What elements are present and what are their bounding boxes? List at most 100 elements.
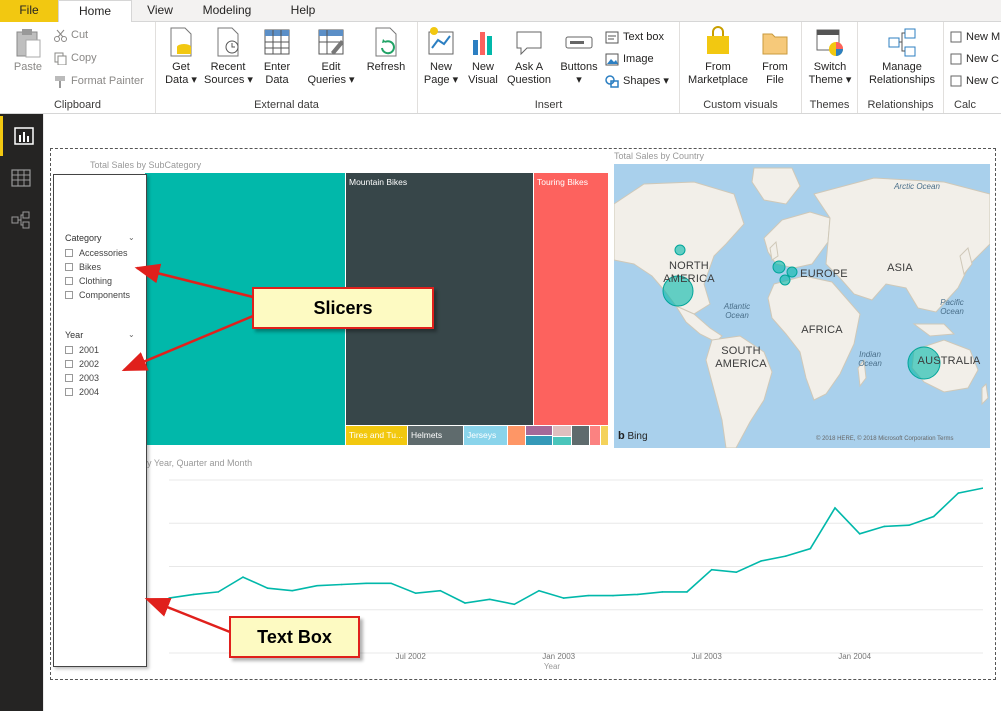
treemap-tile-small[interactable] <box>601 426 608 445</box>
image-button[interactable]: Image <box>605 50 654 68</box>
report-canvas: Total Sales by SubCategory Mountain Bike… <box>43 114 1001 711</box>
slicer-item-2003[interactable]: 2003 <box>65 372 99 384</box>
from-file-button[interactable]: From File <box>754 26 796 87</box>
recent-sources-button[interactable]: Recent Sources ▾ <box>204 26 253 87</box>
checkbox[interactable] <box>65 345 73 354</box>
tab-view[interactable]: View <box>140 0 180 22</box>
cut-button[interactable]: Cut <box>54 26 88 44</box>
data-point[interactable] <box>735 571 738 573</box>
data-point[interactable] <box>883 525 886 528</box>
tab-help[interactable]: Help <box>283 0 323 22</box>
data-point[interactable] <box>291 589 294 592</box>
new-calculated-table-button[interactable]: New C <box>950 72 999 90</box>
data-point[interactable] <box>414 592 417 594</box>
treemap-tile-small[interactable] <box>553 426 571 436</box>
data-point[interactable] <box>242 576 244 578</box>
tab-file[interactable]: File <box>0 0 58 22</box>
treemap-tile-jerseys[interactable]: Jerseys <box>464 426 507 445</box>
checkbox[interactable] <box>65 359 73 368</box>
slicer-item-2002[interactable]: 2002 <box>65 358 99 370</box>
switch-theme-button[interactable]: Switch Theme ▾ <box>806 26 854 87</box>
data-point[interactable] <box>316 584 318 587</box>
get-data-button[interactable]: Get Data ▾ <box>160 26 202 87</box>
new-column-button[interactable]: New C <box>950 50 999 68</box>
checkbox[interactable] <box>65 373 73 382</box>
data-point[interactable] <box>168 597 170 599</box>
data-point[interactable] <box>710 568 713 571</box>
manage-relationships-button[interactable]: Manage Relationships <box>862 26 942 87</box>
data-point[interactable] <box>464 602 466 604</box>
treemap-tile-small[interactable] <box>553 437 571 445</box>
treemap-tile-small[interactable] <box>526 426 552 435</box>
data-point[interactable] <box>513 603 516 606</box>
checkbox[interactable] <box>65 262 73 271</box>
data-point[interactable] <box>390 582 392 585</box>
data-view-button[interactable] <box>0 158 43 198</box>
ask-question-button[interactable]: Ask A Question <box>506 26 552 87</box>
data-point[interactable] <box>340 583 343 586</box>
data-point[interactable] <box>908 524 910 526</box>
slicer-item-clothing[interactable]: Clothing <box>65 275 112 287</box>
data-point[interactable] <box>932 515 935 518</box>
checkbox[interactable] <box>65 276 73 285</box>
slicer-text-box[interactable]: Category ⌄ Accessories Bikes Clothing Co… <box>53 174 147 667</box>
copy-button[interactable]: Copy <box>54 49 97 67</box>
data-point[interactable] <box>636 593 639 596</box>
data-point[interactable] <box>686 591 688 593</box>
format-painter-button[interactable]: Format Painter <box>54 72 144 90</box>
treemap-tile-touring-bikes[interactable]: Touring Bikes <box>534 173 608 425</box>
from-marketplace-button[interactable]: From Marketplace <box>686 26 750 87</box>
slicer-item-bikes[interactable]: Bikes <box>65 261 101 273</box>
data-point[interactable] <box>192 593 195 596</box>
treemap-tile-helmets[interactable]: Helmets <box>408 426 463 445</box>
checkbox[interactable] <box>65 387 73 396</box>
slicer-item-2004[interactable]: 2004 <box>65 386 99 398</box>
report-page[interactable]: Total Sales by SubCategory Mountain Bike… <box>44 114 1001 711</box>
data-point[interactable] <box>809 547 812 550</box>
treemap-tile-small[interactable] <box>590 426 600 445</box>
map-visual[interactable]: NORTH AMERICA EUROPE ASIA AFRICA SOUTH A… <box>614 164 990 448</box>
data-point[interactable] <box>562 597 565 599</box>
slicer-item-2001[interactable]: 2001 <box>65 344 99 356</box>
text-box-button[interactable]: Text box <box>605 28 664 46</box>
model-view-button[interactable] <box>0 200 43 240</box>
data-point[interactable] <box>661 591 664 593</box>
new-visual-button[interactable]: New Visual <box>463 26 503 87</box>
checkbox[interactable] <box>65 290 73 299</box>
data-point[interactable] <box>439 589 442 592</box>
scissors-icon <box>54 29 67 42</box>
new-measure-button[interactable]: New M <box>950 28 1000 46</box>
treemap-tile-small[interactable] <box>526 436 552 445</box>
data-point[interactable] <box>488 598 491 601</box>
edit-queries-button[interactable]: Edit Queries ▾ <box>306 26 356 87</box>
refresh-button[interactable]: Refresh <box>364 26 408 74</box>
map-terms-link[interactable]: Terms <box>937 436 953 442</box>
tab-home[interactable]: Home <box>58 0 132 23</box>
shapes-button[interactable]: Shapes ▾ <box>605 72 669 90</box>
chevron-down-icon[interactable]: ⌄ <box>128 330 135 339</box>
data-point[interactable] <box>784 555 787 557</box>
data-point[interactable] <box>612 594 614 597</box>
chevron-down-icon[interactable]: ⌄ <box>128 233 135 242</box>
data-point[interactable] <box>957 492 960 494</box>
data-point[interactable] <box>217 591 220 593</box>
slicer-item-accessories[interactable]: Accessories <box>65 247 128 259</box>
checkbox[interactable] <box>65 248 73 257</box>
data-point[interactable] <box>858 533 861 535</box>
data-point[interactable] <box>587 594 590 597</box>
tab-modeling[interactable]: Modeling <box>195 0 259 22</box>
data-point[interactable] <box>834 507 836 509</box>
treemap-tile-tires[interactable]: Tires and Tu... <box>346 426 407 445</box>
data-point[interactable] <box>538 589 540 592</box>
buttons-button[interactable]: Buttons ▾ <box>556 26 602 87</box>
slicer-item-components[interactable]: Components <box>65 289 130 301</box>
enter-data-button[interactable]: Enter Data <box>256 26 298 87</box>
report-view-button[interactable] <box>0 116 43 156</box>
data-point[interactable] <box>365 582 368 585</box>
data-point[interactable] <box>760 560 762 562</box>
paste-button[interactable]: Paste <box>8 26 48 74</box>
data-point[interactable] <box>266 587 269 590</box>
new-page-button[interactable]: New Page ▾ <box>421 26 461 87</box>
treemap-tile-small[interactable] <box>508 426 525 445</box>
treemap-tile-small[interactable] <box>572 426 589 445</box>
